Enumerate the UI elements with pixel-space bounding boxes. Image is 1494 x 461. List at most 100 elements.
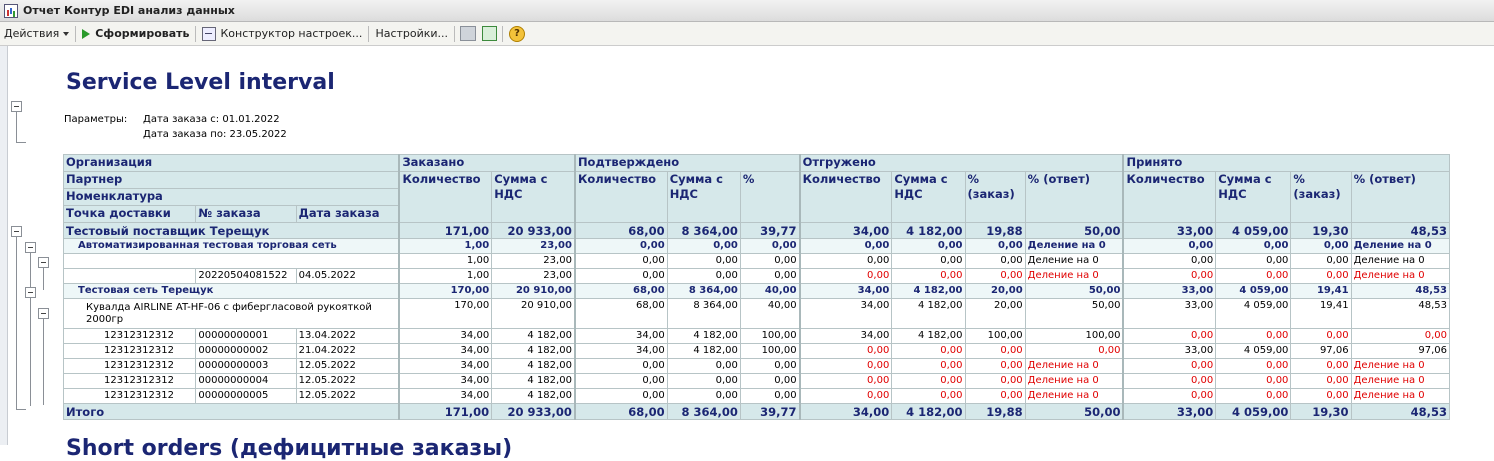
value-cell: 0,00	[798, 373, 893, 389]
table-row[interactable]: Итого 171,00 20 933,00 68,00 8 364,00 39,77 34…	[63, 403, 1451, 420]
value-cell: 34,00	[798, 328, 893, 344]
value-cell: 4 182,00	[491, 373, 576, 389]
value-cell: 33,00	[1122, 283, 1217, 299]
value-cell: 50,00	[1024, 298, 1124, 329]
value-cell: 0,00	[798, 253, 893, 269]
value-cell: 0,00	[1215, 358, 1292, 374]
value-cell: 34,00	[398, 358, 493, 374]
value-cell: 0,00	[1122, 328, 1217, 344]
value-cell: 4 059,00	[1215, 403, 1292, 420]
value-cell: 33,00	[1122, 403, 1217, 420]
table-row[interactable]: Кувалда AIRLINE AT-HF-06 с фибергласовой…	[63, 298, 1451, 329]
report-title: Service Level interval	[66, 70, 335, 95]
toolbar-separator	[75, 25, 77, 42]
value-cell: 0,00	[666, 358, 741, 374]
value-cell: 20,00	[964, 283, 1026, 299]
row-label: Автоматизированная тестовая торговая сет…	[63, 238, 400, 254]
table-row[interactable]: 12312312312 00000000002 21.04.2022 34,00 4 1…	[62, 343, 1451, 359]
value-cell: Деление на 0	[1024, 373, 1124, 389]
help-icon[interactable]: ?	[509, 25, 526, 42]
table-row[interactable]: 1,00 23,00 0,00 0,00 0,00 0,00 0,00 0,00 Деление…	[63, 253, 1451, 269]
report-area: Service Level interval Параметры: Дата з…	[0, 46, 1494, 461]
value-cell: 8 364,00	[666, 298, 741, 329]
table-row[interactable]: 12312312312 00000000003 12.05.2022 34,00 4 1…	[62, 358, 1451, 374]
value-cell: 19,88	[964, 222, 1026, 239]
param-date-to: Дата заказа по: 23.05.2022	[143, 129, 287, 140]
value-cell: 0,00	[964, 388, 1026, 404]
actions-menu[interactable]: Действия	[0, 24, 73, 43]
table-row[interactable]: 12312312312 00000000004 12.05.2022 34,00 4 1…	[62, 373, 1451, 389]
value-cell: 4 182,00	[891, 328, 966, 344]
value-cell: 23,00	[491, 253, 576, 269]
table-row[interactable]: Автоматизированная тестовая торговая сет…	[63, 238, 1451, 254]
export-excel-icon[interactable]	[482, 26, 498, 41]
value-cell: 0,00	[1290, 328, 1352, 344]
collapse-group-icon[interactable]	[11, 226, 22, 237]
value-cell: 20 933,00	[491, 222, 576, 239]
value-cell: 50,00	[1024, 403, 1124, 420]
value-cell: 0,00	[573, 238, 668, 254]
value-cell: Деление на 0	[1350, 268, 1451, 284]
value-cell: 20 933,00	[491, 403, 576, 420]
collapse-group-icon[interactable]	[11, 101, 22, 112]
value-cell: 68,00	[573, 298, 668, 329]
header-qty: Количество	[798, 171, 893, 223]
value-cell: 100,00	[1024, 328, 1124, 344]
value-cell: 0,00	[891, 388, 966, 404]
value-cell: 0,00	[1215, 238, 1292, 254]
value-cell: 20 910,00	[491, 298, 576, 329]
header-accepted: Принято	[1122, 154, 1451, 172]
header-pct-order: % (заказ)	[964, 171, 1026, 223]
table-row[interactable]: 20220504081522 04.05.2022 1,00 23,00 0,00 0,0…	[62, 268, 1451, 284]
value-cell: 33,00	[1122, 298, 1217, 329]
row-label: Тестовый поставщик Терещук	[63, 222, 400, 239]
value-cell: 48,53	[1350, 222, 1451, 239]
value-cell: 0,00	[1122, 373, 1217, 389]
value-cell: 0,00	[964, 358, 1026, 374]
collapse-group-icon[interactable]	[25, 287, 36, 298]
value-cell: 34,00	[798, 298, 893, 329]
header-delivery: Точка доставки	[62, 205, 197, 223]
value-cell: 100,00	[739, 343, 801, 359]
value-cell: Деление на 0	[1350, 388, 1451, 404]
save-variant-icon[interactable]	[460, 26, 477, 41]
params-label: Параметры:	[64, 114, 128, 125]
value-cell: 4 182,00	[891, 403, 966, 420]
generate-button[interactable]: Сформировать	[78, 24, 193, 43]
chevron-down-icon	[63, 31, 70, 36]
value-cell: 4 059,00	[1215, 222, 1292, 239]
value-cell: 33,00	[1122, 222, 1217, 239]
collapse-group-icon[interactable]	[38, 257, 49, 268]
value-cell: 4 182,00	[891, 222, 966, 239]
constructor-button[interactable]: Конструктор настроек...	[198, 24, 366, 43]
toolbar-separator	[195, 25, 197, 42]
delivery-point: 12312312312	[62, 328, 197, 344]
value-cell: Деление на 0	[1024, 253, 1124, 269]
value-cell: 34,00	[398, 343, 493, 359]
value-cell: Деление на 0	[1024, 358, 1124, 374]
value-cell: 97,06	[1350, 343, 1451, 359]
delivery-point: 12312312312	[62, 358, 197, 374]
value-cell: 0,00	[891, 238, 966, 254]
value-cell: 0,00	[1122, 358, 1217, 374]
value-cell: 0,00	[964, 253, 1026, 269]
value-cell: 0,00	[1290, 238, 1352, 254]
table-row[interactable]: Тестовый поставщик Терещук 171,00 20 933,0…	[63, 222, 1451, 239]
settings-button[interactable]: Настройки...	[371, 24, 452, 43]
table-row[interactable]: 12312312312 00000000001 13.04.2022 34,00 4 1…	[62, 328, 1451, 344]
table-row[interactable]: Тестовая сеть Терещук 170,00 20 910,00 68,0…	[63, 283, 1451, 299]
value-cell: 0,00	[573, 388, 668, 404]
order-date: 13.04.2022	[295, 328, 400, 344]
collapse-group-icon[interactable]	[38, 308, 49, 319]
value-cell: 0,00	[666, 388, 741, 404]
table-row[interactable]: 12312312312 00000000005 12.05.2022 34,00 4 1…	[62, 388, 1451, 404]
order-number: 00000000003	[195, 358, 297, 374]
value-cell: 170,00	[398, 283, 493, 299]
value-cell: 0,00	[798, 238, 893, 254]
value-cell: 0,00	[1122, 388, 1217, 404]
value-cell: 1,00	[398, 238, 493, 254]
header-sum: Сумма с НДС	[666, 171, 741, 223]
toolbar-separator	[368, 25, 370, 42]
header-ordered: Заказано	[398, 154, 576, 172]
collapse-group-icon[interactable]	[25, 242, 36, 253]
